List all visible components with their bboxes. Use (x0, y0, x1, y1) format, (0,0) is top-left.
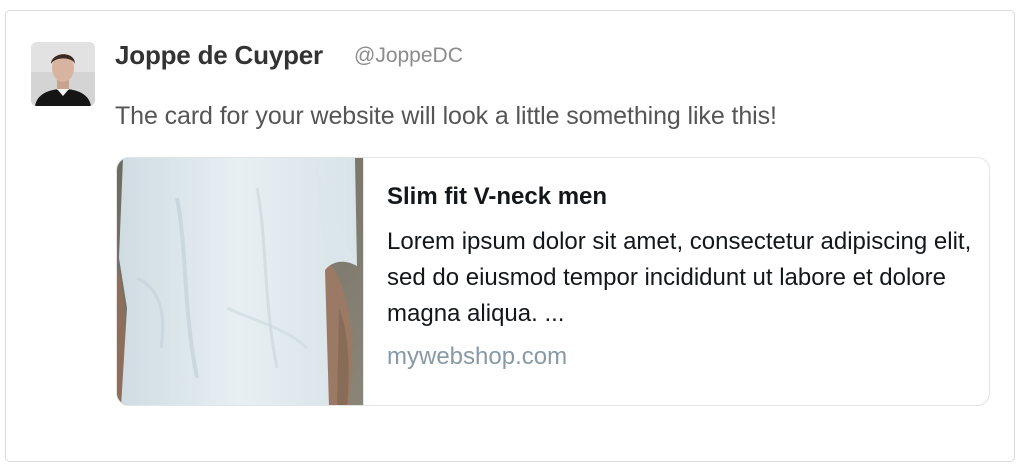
card-domain[interactable]: mywebshop.com (387, 342, 972, 372)
tweet-card-preview: Joppe de Cuyper @JoppeDC The card for yo… (5, 10, 1015, 462)
card-description: Lorem ipsum dolor sit amet, consectetur … (387, 228, 972, 327)
tshirt-photo-icon (117, 158, 363, 405)
user-avatar-icon (31, 42, 95, 106)
author-name[interactable]: Joppe de Cuyper (115, 40, 323, 71)
avatar[interactable] (31, 42, 95, 106)
card-title[interactable]: Slim fit V-neck men (387, 182, 972, 212)
author-handle[interactable]: @JoppeDC (354, 44, 463, 68)
tweet-text: The card for your website will look a li… (115, 102, 777, 130)
card-body: Slim fit V-neck men Lorem ipsum dolor si… (387, 182, 972, 372)
link-preview-card[interactable]: Slim fit V-neck men Lorem ipsum dolor si… (116, 157, 990, 406)
card-image[interactable] (117, 158, 364, 405)
